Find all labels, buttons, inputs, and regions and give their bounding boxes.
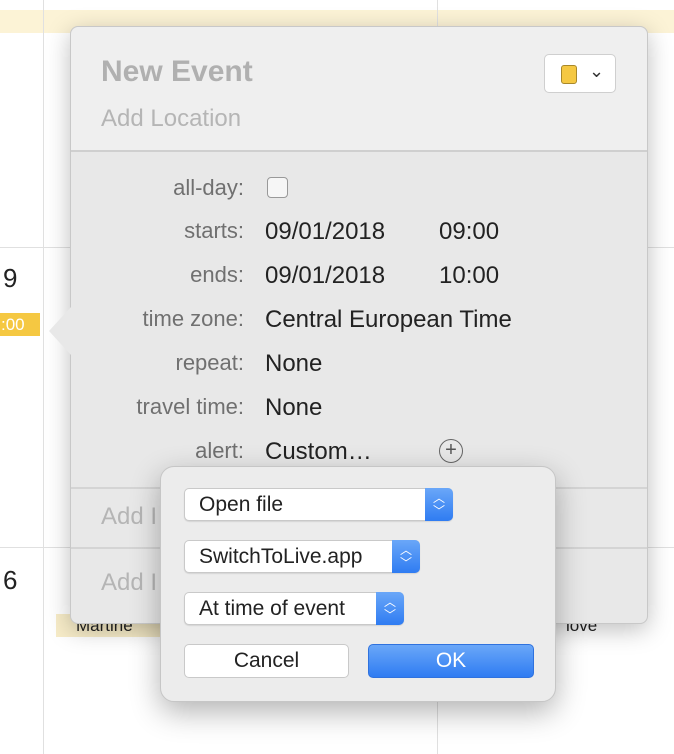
time-zone-value[interactable]: Central European Time [265,306,512,334]
ends-time[interactable]: 10:00 [439,262,499,290]
popover-arrow [49,307,71,355]
add-invitees-field[interactable]: Add I [101,503,157,531]
ok-button[interactable]: OK [368,644,534,678]
ends-label: ends: [190,262,244,287]
select-value: SwitchToLive.app [199,545,363,568]
starts-label: starts: [184,218,244,243]
add-alert-icon[interactable]: + [439,439,463,463]
grid-line [43,0,44,754]
starts-time[interactable]: 09:00 [439,218,499,246]
select-value: Open file [199,493,284,516]
calendar-event[interactable]: :00 [0,313,40,336]
stepper-arrows-icon: ︿ ﹀ [425,488,453,521]
all-day-label: all-day: [173,175,244,200]
alert-timing-select[interactable]: At time of event ︿ ﹀ [184,592,404,625]
time-zone-label: time zone: [142,306,245,331]
location-field[interactable]: Add Location [101,105,241,133]
stepper-arrows-icon: ︿ ﹀ [392,540,420,573]
custom-alert-dialog: Open file ︿ ﹀ SwitchToLive.app ︿ ﹀ At time… [160,466,556,702]
color-swatch-icon [561,65,577,84]
all-day-checkbox[interactable] [267,177,288,198]
event-title-field[interactable]: New Event [101,55,253,89]
alert-file-select[interactable]: SwitchToLive.app ︿ ﹀ [184,540,420,573]
stepper-arrows-icon: ︿ ﹀ [376,592,404,625]
starts-date[interactable]: 09/01/2018 [265,218,385,246]
chevron-down-icon: ⌄ [589,61,605,81]
day-number: 6 [3,565,18,595]
calendar-color-picker[interactable]: ⌄ [544,54,616,93]
alert-action-select[interactable]: Open file ︿ ﹀ [184,488,453,521]
day-number: 9 [3,263,18,293]
repeat-value[interactable]: None [265,350,322,378]
repeat-label: repeat: [175,350,245,375]
cancel-button[interactable]: Cancel [184,644,349,678]
ends-date[interactable]: 09/01/2018 [265,262,385,290]
travel-time-value[interactable]: None [265,394,322,422]
popover-header: New Event Add Location ⌄ [71,27,647,152]
select-value: At time of event [199,597,345,620]
add-notes-field[interactable]: Add I [101,569,157,597]
travel-time-label: travel time: [136,394,244,419]
alert-label: alert: [195,438,244,463]
alert-value[interactable]: Custom… [265,438,372,466]
